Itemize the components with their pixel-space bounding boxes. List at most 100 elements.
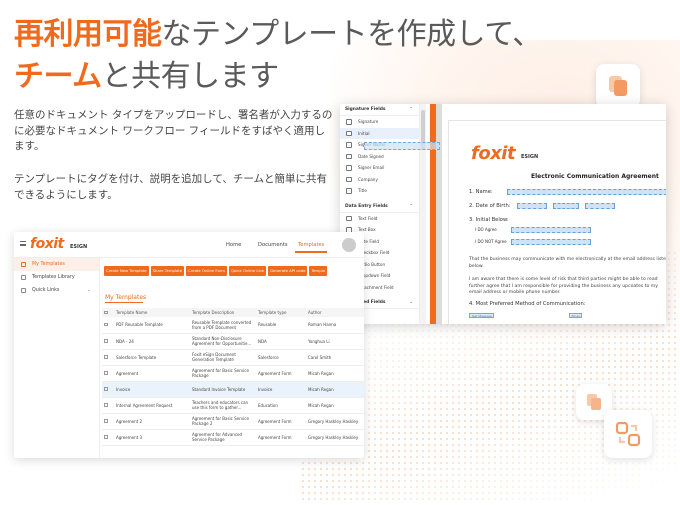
dob-day-field[interactable] <box>553 203 579 209</box>
create-online-form-button[interactable]: Create Online Form <box>186 266 227 276</box>
field-company[interactable]: Company <box>340 174 419 186</box>
doc-line-preferred: 4. Most Preferred Method of Communicatio… <box>469 301 586 307</box>
row-checkbox <box>102 413 114 430</box>
generate-api-code-button[interactable]: Generate API code <box>268 266 308 276</box>
table-row[interactable]: PDF Reusable Template Reusable Template c… <box>102 317 364 334</box>
row-checkbox[interactable] <box>104 419 108 423</box>
sidebar-label: My Templates <box>32 262 65 267</box>
doc-line-name: 1. Name: <box>469 189 493 195</box>
name-field[interactable] <box>507 189 666 195</box>
field-label: Date Signed <box>358 153 384 159</box>
dob-month-field[interactable] <box>517 203 547 209</box>
col-header-author[interactable]: Author <box>306 308 364 317</box>
doc-paragraph-1: That the business may communicate with m… <box>469 257 666 269</box>
field-label: Title <box>358 188 367 193</box>
table-row[interactable]: Agreement 3 Agreement for Advanced Servic… <box>102 429 364 446</box>
cell-description: Foxit eSign Document Generation Template <box>190 349 256 366</box>
table-row[interactable]: Agreement Agreement for Basic Service Pac… <box>102 365 364 382</box>
row-checkbox[interactable] <box>104 435 108 439</box>
field-initial[interactable]: Initial <box>340 127 419 139</box>
data-entry-fields-title: Data Entry Fields <box>345 203 388 209</box>
toolbar: Create New Template Share Template Creat… <box>104 266 327 276</box>
col-header-type[interactable]: Template type <box>256 308 306 317</box>
cell-description: Standard Non-Disclosure Agreement for Op… <box>190 333 256 350</box>
panel-scrollbar[interactable] <box>420 104 426 324</box>
avatar[interactable] <box>342 238 356 252</box>
template-more-button[interactable]: Templa <box>309 266 327 276</box>
template-icon <box>21 262 26 267</box>
row-checkbox[interactable] <box>104 322 108 327</box>
sidebar: My Templates Templates Library Quick Lin… <box>14 258 100 458</box>
headline-text-2: と共有します <box>101 59 280 94</box>
select-all-checkbox[interactable] <box>104 310 108 314</box>
share-template-button[interactable]: Share Template <box>150 266 185 276</box>
description-paragraph-2: テンプレートにタグを付け、説明を追加して、チームと簡単に共有できるようにします。 <box>14 173 328 201</box>
col-header-description[interactable]: Template Description <box>190 308 256 317</box>
nav-home[interactable]: Home <box>226 242 241 248</box>
row-checkbox[interactable] <box>104 355 108 359</box>
cell-type: Education <box>256 397 306 414</box>
row-checkbox[interactable] <box>104 387 108 391</box>
cell-name: Agreement <box>114 365 190 382</box>
nav-templates[interactable]: Templates <box>294 242 328 253</box>
cell-type: Agreement Form <box>256 429 306 446</box>
section-title: My Templates <box>105 294 147 303</box>
table-row[interactable]: Salesforce Template Foxit eSign Document … <box>102 349 364 366</box>
field-signature[interactable]: Signature <box>340 116 419 128</box>
cell-author: Micah Regan <box>306 397 364 414</box>
gray-rail <box>436 104 442 324</box>
table-row[interactable]: NDA - 24 Standard Non-Disclosure Agreemen… <box>102 333 364 350</box>
field-text-field[interactable]: Text Field <box>340 213 419 225</box>
table-row[interactable]: Agreement 2 Agreement for Basic Service P… <box>102 413 364 430</box>
text-field-icon <box>346 215 352 221</box>
col-header-name[interactable]: Template Name <box>114 308 190 317</box>
create-new-template-button[interactable]: Create New Template <box>104 266 149 276</box>
doc-line-notagree: I DO NOT Agree <box>475 239 507 244</box>
signature-fields-title: Signature Fields <box>345 107 386 112</box>
field-label: Text Field <box>358 215 378 221</box>
table-row[interactable]: Internal Agreement Request Teachers and e… <box>102 397 364 414</box>
notagree-initial-field[interactable] <box>511 239 591 245</box>
cell-author: Gregory Haskley Haskley <box>306 429 364 446</box>
template-editor-screenshot: Signature Fields⌃ Signature Initial Sign… <box>340 104 666 324</box>
radio-email[interactable]: Email <box>569 313 583 318</box>
headline: 再利用可能なテンプレートを作成して、 チームと共有します <box>14 14 542 98</box>
agree-initial-field[interactable] <box>511 227 591 233</box>
quick-online-link-button[interactable]: Quick Online Link <box>228 266 267 276</box>
cell-author: Carol Smith <box>306 349 364 366</box>
field-signer-email[interactable]: Signer Email <box>340 162 419 174</box>
row-checkbox[interactable] <box>104 371 108 375</box>
menu-icon[interactable] <box>20 241 26 246</box>
dragged-initial-field[interactable] <box>364 142 440 150</box>
share-icon <box>615 421 641 447</box>
field-label: Signature <box>358 119 379 124</box>
row-checkbox[interactable] <box>104 403 108 407</box>
sidebar-label: Templates Library <box>32 275 75 280</box>
signature-fields-header[interactable]: Signature Fields ⌃ <box>340 104 419 116</box>
dob-year-field[interactable] <box>585 203 615 209</box>
field-title[interactable]: Title <box>340 185 419 197</box>
app-topbar: foxit ESIGN Home Documents Templates <box>14 232 364 258</box>
row-checkbox <box>102 333 114 350</box>
cell-name: Invoice <box>114 381 190 398</box>
radio-text-message[interactable]: Text Message <box>469 313 495 318</box>
sidebar-item-quick-links[interactable]: Quick Links ⌄ <box>14 284 99 297</box>
cell-type: Agreement Form <box>256 365 306 382</box>
doc-paragraph-2: I am aware that there is some level of r… <box>469 277 658 295</box>
doc-line-dob: 2. Date of Birth: <box>469 203 511 209</box>
cell-name: Agreement 3 <box>114 429 190 446</box>
radio-label: Email <box>571 314 580 318</box>
sidebar-item-templates-library[interactable]: Templates Library <box>14 271 99 284</box>
data-entry-fields-header[interactable]: Data Entry Fields ⌃ <box>340 201 419 213</box>
row-checkbox[interactable] <box>104 339 108 343</box>
link-icon <box>21 288 26 293</box>
app-logo: foxit <box>30 236 64 252</box>
col-header-select <box>102 308 114 317</box>
field-date-signed[interactable]: Date Signed <box>340 151 419 163</box>
nav-documents[interactable]: Documents <box>258 242 288 248</box>
sidebar-item-my-templates[interactable]: My Templates <box>14 258 99 271</box>
table-row[interactable]: Invoice Standard Invoice Template Invoice M… <box>102 381 364 398</box>
cell-author: Roman Hanna <box>306 317 364 334</box>
cell-description: Agreement for Advanced Service Package <box>190 429 256 446</box>
cell-description: Agreement for Basic Service Package <box>190 365 256 382</box>
